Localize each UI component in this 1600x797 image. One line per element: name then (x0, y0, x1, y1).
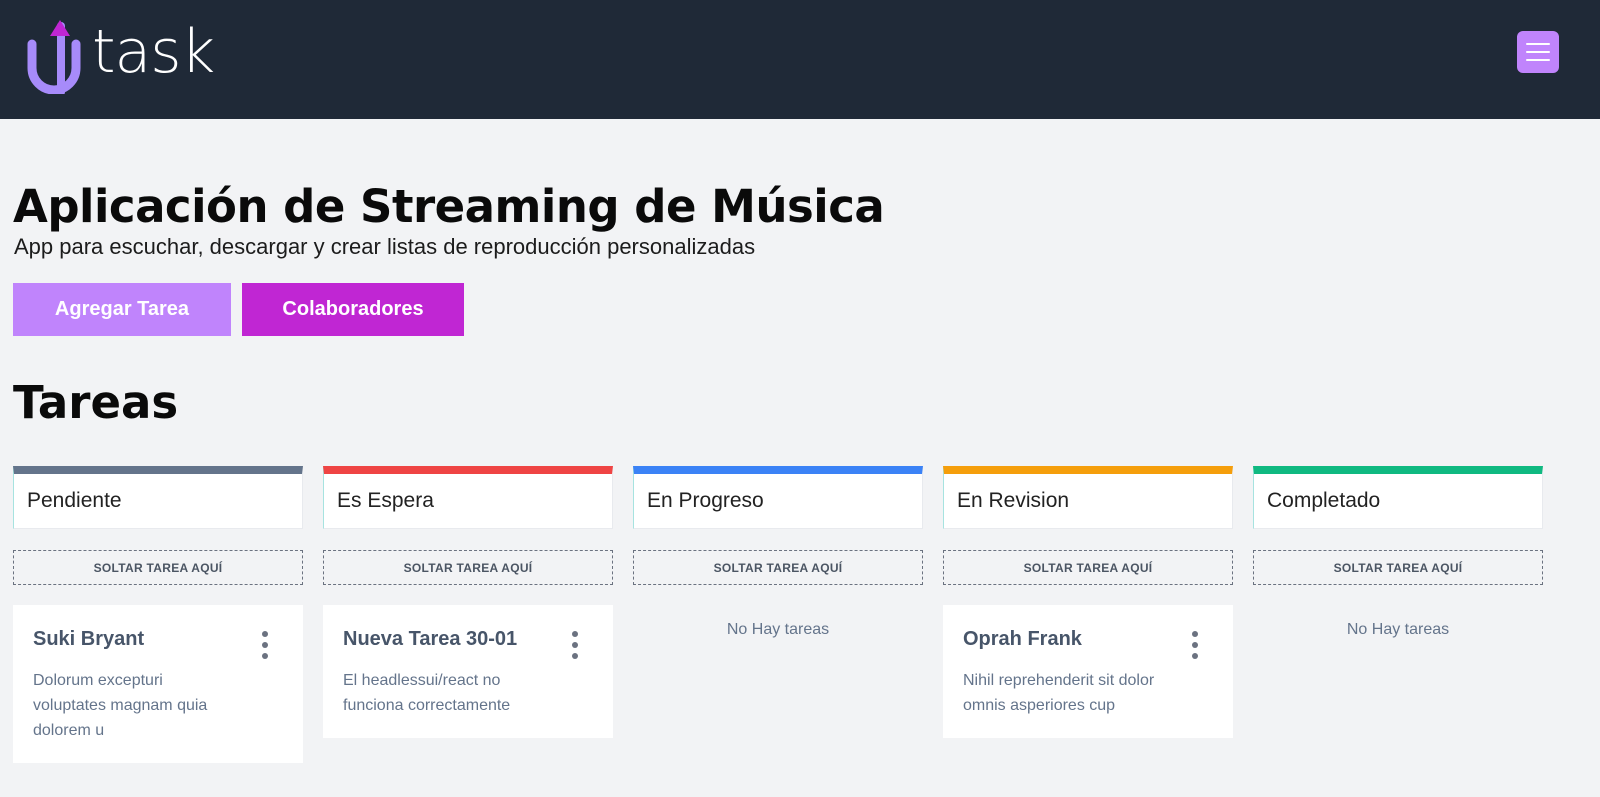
task-dropzone[interactable]: SOLTAR TAREA AQUÍ (13, 550, 303, 585)
column-header: Pendiente (13, 466, 303, 529)
menu-button[interactable] (1517, 31, 1559, 73)
uptask-logo[interactable]: task (22, 18, 242, 94)
top-bar: task (0, 0, 1600, 119)
add-task-button[interactable]: Agregar Tarea (13, 283, 231, 336)
task-dropzone[interactable]: SOLTAR TAREA AQUÍ (1253, 550, 1543, 585)
column-en-revision: En Revision SOLTAR TAREA AQUÍ Oprah Frank N… (943, 466, 1233, 738)
column-header: En Revision (943, 466, 1233, 529)
empty-state-text: No Hay tareas (1346, 621, 1450, 638)
task-description: Dolorum excepturi voluptates magnam quia… (33, 672, 208, 739)
task-title[interactable]: Nueva Tarea 30-01 (343, 628, 593, 651)
hamburger-icon (1526, 43, 1550, 45)
column-header: En Progreso (633, 466, 923, 529)
more-options-icon[interactable] (1191, 631, 1199, 661)
task-card[interactable]: Suki Bryant Dolorum excepturi voluptates … (13, 605, 303, 763)
logo-arrow-icon (27, 20, 81, 94)
column-en-progreso: En Progreso SOLTAR TAREA AQUÍ No Hay tarea… (633, 466, 923, 639)
task-description: Nihil reprehenderit sit dolor omnis aspe… (963, 672, 1155, 714)
task-dropzone[interactable]: SOLTAR TAREA AQUÍ (633, 550, 923, 585)
task-description: El headlessui/react no funciona correcta… (343, 672, 511, 714)
logo-wordmark: task (92, 17, 215, 87)
more-options-icon[interactable] (261, 631, 269, 661)
task-card[interactable]: Oprah Frank Nihil reprehenderit sit dolor… (943, 605, 1233, 738)
column-es-espera: Es Espera SOLTAR TAREA AQUÍ Nueva Tarea 30… (323, 466, 613, 738)
task-card[interactable]: Nueva Tarea 30-01 El headlessui/react no … (323, 605, 613, 738)
column-header: Es Espera (323, 466, 613, 529)
more-options-icon[interactable] (571, 631, 579, 661)
empty-state-text: No Hay tareas (726, 621, 830, 638)
column-completado: Completado SOLTAR TAREA AQUÍ No Hay tareas (1253, 466, 1543, 639)
column-header: Completado (1253, 466, 1543, 529)
project-title: Aplicación de Streaming de Música (13, 180, 885, 233)
task-dropzone[interactable]: SOLTAR TAREA AQUÍ (323, 550, 613, 585)
task-dropzone[interactable]: SOLTAR TAREA AQUÍ (943, 550, 1233, 585)
collaborators-button[interactable]: Colaboradores (242, 283, 464, 336)
task-title[interactable]: Oprah Frank (963, 628, 1213, 651)
column-pendiente: Pendiente SOLTAR TAREA AQUÍ Suki Bryant Dol… (13, 466, 303, 763)
tasks-heading: Tareas (13, 376, 179, 429)
project-description: App para escuchar, descargar y crear lis… (14, 234, 756, 259)
task-title[interactable]: Suki Bryant (33, 628, 283, 651)
